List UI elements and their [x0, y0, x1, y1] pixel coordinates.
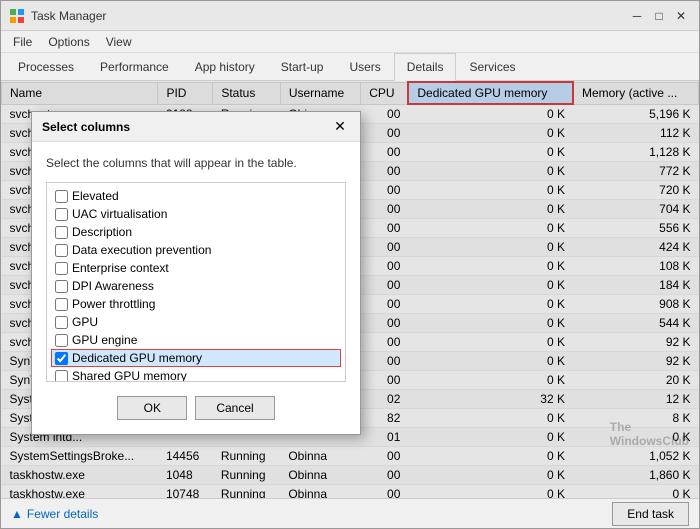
- tab-bar: Processes Performance App history Start-…: [1, 53, 699, 81]
- tab-startup[interactable]: Start-up: [268, 53, 337, 81]
- list-item: UAC virtualisation: [51, 205, 341, 223]
- dialog-body: Select the columns that will appear in t…: [32, 142, 360, 434]
- chevron-up-icon: ▲: [11, 507, 23, 521]
- column-checkbox[interactable]: [55, 316, 68, 329]
- column-checkbox[interactable]: [55, 298, 68, 311]
- dialog-title-text: Select columns: [42, 120, 130, 134]
- list-item: Dedicated GPU memory: [51, 349, 341, 367]
- column-label[interactable]: UAC virtualisation: [72, 207, 167, 221]
- menu-options[interactable]: Options: [40, 33, 97, 51]
- cancel-button[interactable]: Cancel: [195, 396, 274, 420]
- column-label[interactable]: GPU engine: [72, 333, 137, 347]
- column-checkbox[interactable]: [55, 226, 68, 239]
- main-content: Name PID Status Username CPU Dedicated G…: [1, 81, 699, 498]
- column-label[interactable]: DPI Awareness: [72, 279, 154, 293]
- column-label[interactable]: GPU: [72, 315, 98, 329]
- column-checkbox[interactable]: [55, 334, 68, 347]
- tab-performance[interactable]: Performance: [87, 53, 182, 81]
- column-label[interactable]: Description: [72, 225, 132, 239]
- tab-app-history[interactable]: App history: [182, 53, 268, 81]
- list-item: Description: [51, 223, 341, 241]
- column-checkbox[interactable]: [55, 190, 68, 203]
- fewer-details-link[interactable]: ▲ Fewer details: [11, 507, 98, 521]
- end-task-button[interactable]: End task: [612, 502, 689, 526]
- list-item: Shared GPU memory: [51, 367, 341, 382]
- fewer-details-label: Fewer details: [27, 507, 98, 521]
- columns-list: Elevated UAC virtualisation Description Dat…: [47, 183, 345, 382]
- column-label[interactable]: Dedicated GPU memory: [72, 351, 202, 365]
- tab-details[interactable]: Details: [394, 53, 457, 81]
- menu-view[interactable]: View: [98, 33, 140, 51]
- column-label[interactable]: Elevated: [72, 189, 119, 203]
- tab-users[interactable]: Users: [336, 53, 393, 81]
- list-item: DPI Awareness: [51, 277, 341, 295]
- tab-services[interactable]: Services: [456, 53, 528, 81]
- column-checkbox[interactable]: [55, 280, 68, 293]
- list-item: Enterprise context: [51, 259, 341, 277]
- column-label[interactable]: Power throttling: [72, 297, 155, 311]
- dialog-buttons: OK Cancel: [46, 396, 346, 420]
- minimize-button[interactable]: ─: [627, 6, 647, 26]
- dialog-overlay: Select columns ✕ Select the columns that…: [1, 81, 699, 498]
- list-item: GPU engine: [51, 331, 341, 349]
- column-checkbox[interactable]: [55, 208, 68, 221]
- task-manager-window: Task Manager ─ □ ✕ File Options View Pro…: [0, 0, 700, 529]
- column-label[interactable]: Enterprise context: [72, 261, 169, 275]
- tab-processes[interactable]: Processes: [5, 53, 87, 81]
- status-bar: ▲ Fewer details End task: [1, 498, 699, 528]
- column-checkbox[interactable]: [55, 352, 68, 365]
- dialog-close-button[interactable]: ✕: [330, 117, 350, 137]
- select-columns-dialog: Select columns ✕ Select the columns that…: [31, 111, 361, 435]
- list-item: Data execution prevention: [51, 241, 341, 259]
- column-label[interactable]: Data execution prevention: [72, 243, 211, 257]
- maximize-button[interactable]: □: [649, 6, 669, 26]
- dialog-list-container[interactable]: Elevated UAC virtualisation Description Dat…: [46, 182, 346, 382]
- menu-file[interactable]: File: [5, 33, 40, 51]
- window-title: Task Manager: [31, 9, 627, 23]
- dialog-title-bar: Select columns ✕: [32, 112, 360, 142]
- column-checkbox[interactable]: [55, 370, 68, 383]
- dialog-subtitle: Select the columns that will appear in t…: [46, 156, 346, 170]
- app-icon: [9, 8, 25, 24]
- title-bar: Task Manager ─ □ ✕: [1, 1, 699, 31]
- list-item: Elevated: [51, 187, 341, 205]
- ok-button[interactable]: OK: [117, 396, 187, 420]
- menu-bar: File Options View: [1, 31, 699, 53]
- list-item: Power throttling: [51, 295, 341, 313]
- close-button[interactable]: ✕: [671, 6, 691, 26]
- list-item: GPU: [51, 313, 341, 331]
- column-checkbox[interactable]: [55, 244, 68, 257]
- column-checkbox[interactable]: [55, 262, 68, 275]
- column-label[interactable]: Shared GPU memory: [72, 369, 187, 382]
- window-controls: ─ □ ✕: [627, 6, 691, 26]
